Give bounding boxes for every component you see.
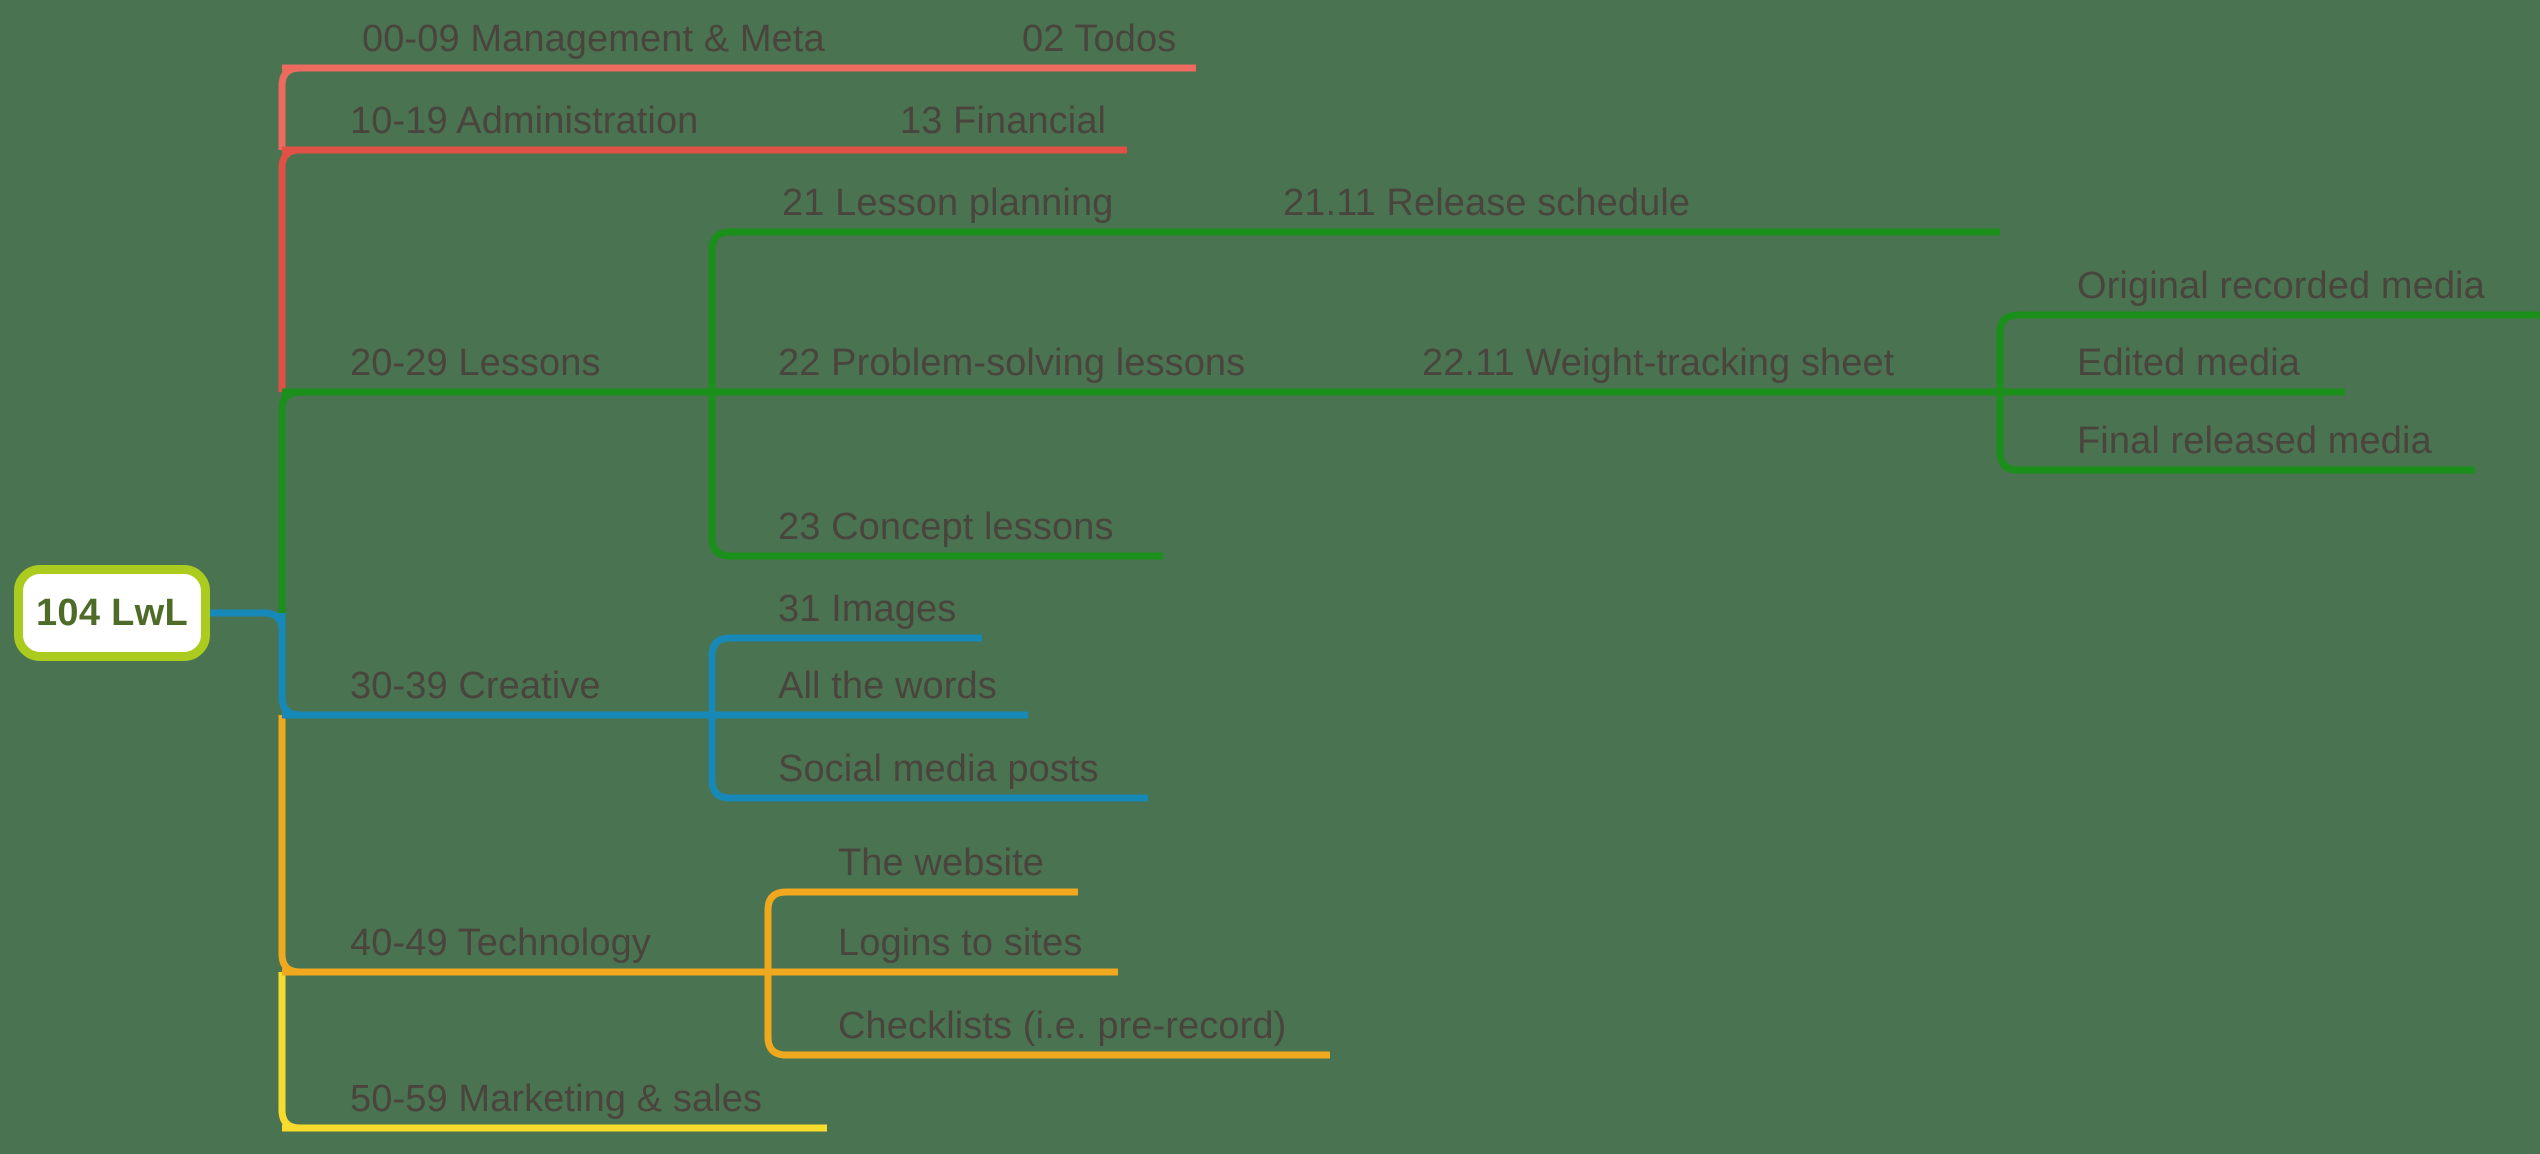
- node-label-creative[interactable]: 30-39 Creative: [350, 667, 601, 705]
- node-label-todos[interactable]: 02 Todos: [1022, 20, 1176, 58]
- node-label-marketing-sales[interactable]: 50-59 Marketing & sales: [350, 1080, 762, 1118]
- root-node[interactable]: 104 LwL: [14, 565, 210, 661]
- node-label-financial[interactable]: 13 Financial: [900, 102, 1106, 140]
- root-node-label: 104 LwL: [35, 591, 189, 634]
- node-label-lesson-planning[interactable]: 21 Lesson planning: [782, 184, 1113, 222]
- node-label-administration[interactable]: 10-19 Administration: [350, 102, 698, 140]
- node-label-original-recorded-media[interactable]: Original recorded media: [2077, 267, 2485, 305]
- node-label-concept-lessons[interactable]: 23 Concept lessons: [778, 508, 1114, 546]
- node-label-images[interactable]: 31 Images: [778, 590, 956, 628]
- node-label-release-schedule[interactable]: 21.11 Release schedule: [1283, 184, 1690, 222]
- node-label-final-released-media[interactable]: Final released media: [2077, 422, 2432, 460]
- node-label-logins-to-sites[interactable]: Logins to sites: [838, 924, 1082, 962]
- connector-lines: [210, 64, 2540, 1132]
- node-label-checklists[interactable]: Checklists (i.e. pre-record): [838, 1007, 1286, 1045]
- node-label-management-meta[interactable]: 00-09 Management & Meta: [362, 20, 825, 58]
- node-label-technology[interactable]: 40-49 Technology: [350, 924, 651, 962]
- node-label-problem-solving-lessons[interactable]: 22 Problem-solving lessons: [778, 344, 1245, 382]
- root-connector: [210, 609, 286, 632]
- node-label-lessons[interactable]: 20-29 Lessons: [350, 344, 601, 382]
- node-label-all-the-words[interactable]: All the words: [778, 667, 997, 705]
- node-label-weight-tracking-sheet[interactable]: 22.11 Weight-tracking sheet: [1422, 344, 1894, 382]
- node-label-edited-media[interactable]: Edited media: [2077, 344, 2300, 382]
- node-label-the-website[interactable]: The website: [838, 844, 1044, 882]
- mindmap-canvas: 104 LwL 00-09 Management & Meta 02 Todos 1…: [0, 0, 2540, 1154]
- node-label-social-media-posts[interactable]: Social media posts: [778, 750, 1099, 788]
